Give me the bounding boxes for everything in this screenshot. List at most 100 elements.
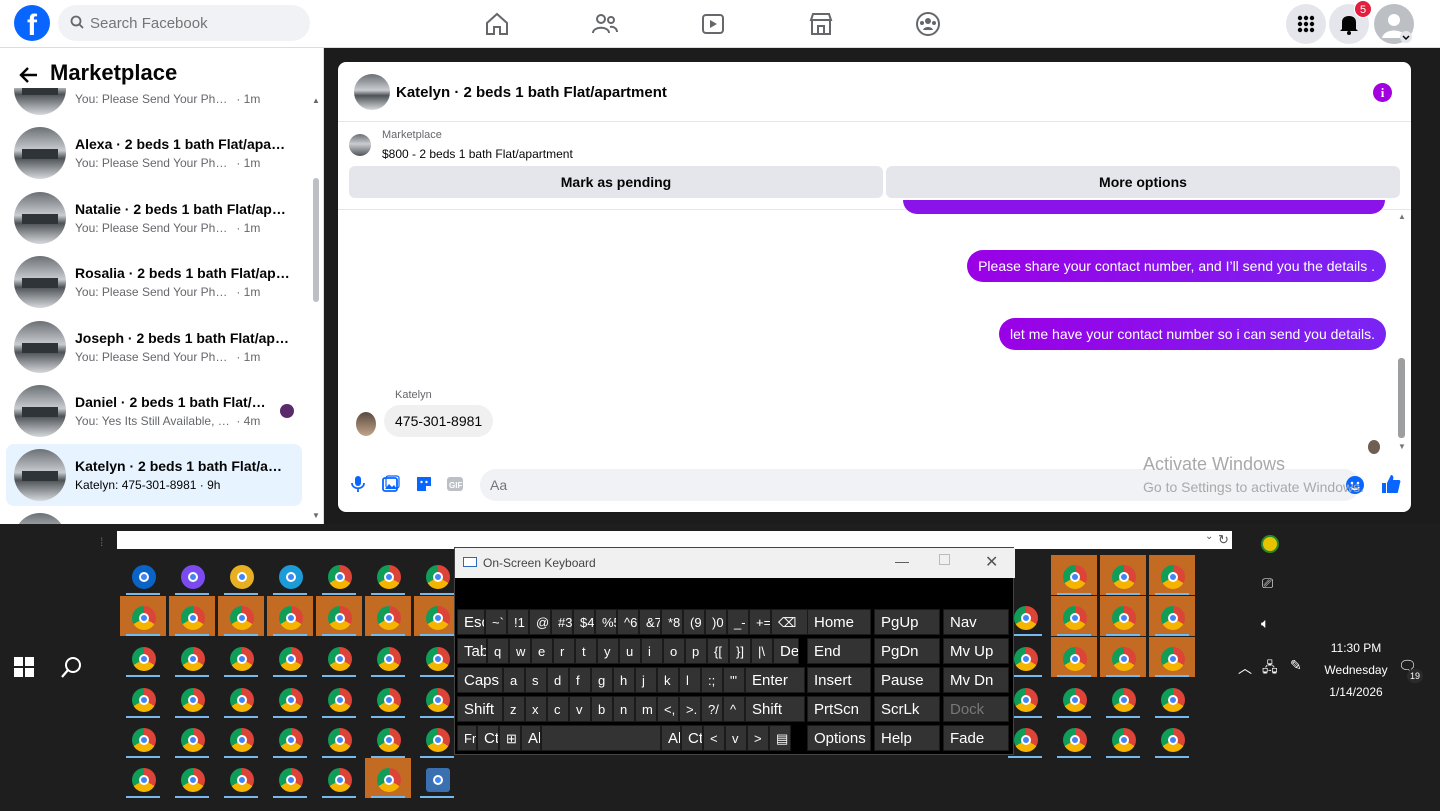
received-message[interactable]: 475-301-8981 xyxy=(384,405,494,437)
taskbar-app-tile[interactable] xyxy=(1149,718,1195,758)
taskbar-app-tile[interactable] xyxy=(218,596,264,636)
osk-key[interactable]: += xyxy=(749,609,771,635)
friends-icon[interactable] xyxy=(588,8,622,40)
osk-key[interactable]: Ctrl xyxy=(681,725,703,751)
facebook-logo[interactable]: f xyxy=(14,5,50,41)
listing-thumbnail[interactable] xyxy=(354,74,390,110)
osk-key[interactable]: d xyxy=(547,667,569,693)
osk-key[interactable]: Fn xyxy=(457,725,477,751)
taskbar-app-tile[interactable] xyxy=(218,678,264,718)
taskbar-app-tile[interactable] xyxy=(1100,555,1146,595)
osk-key[interactable]: s xyxy=(525,667,547,693)
conversation-item-joseph[interactable]: Joseph · 2 beds 1 bath Flat/apart... You… xyxy=(6,316,302,378)
osk-key[interactable]: Nav xyxy=(943,609,1009,635)
taskbar-app-tile[interactable] xyxy=(267,637,313,677)
osk-key[interactable]: Alt xyxy=(521,725,541,751)
osk-key[interactable]: Tab xyxy=(457,638,487,664)
conversation-item[interactable]: You: Please Send Your Phone Num... · 1m xyxy=(6,88,302,120)
scroll-down-arrow[interactable]: ▼ xyxy=(1398,442,1406,451)
avatar[interactable] xyxy=(356,412,376,436)
osk-key[interactable]: %5 xyxy=(595,609,617,635)
taskbar-app-tile[interactable] xyxy=(169,718,215,758)
pen-icon[interactable]: ✎ xyxy=(1290,657,1302,674)
more-options-button[interactable]: More options xyxy=(886,166,1400,198)
osk-key[interactable]: (9 xyxy=(683,609,705,635)
marketplace-icon[interactable] xyxy=(804,8,838,40)
taskbar-app-tile[interactable] xyxy=(169,596,215,636)
osk-key[interactable]: > xyxy=(747,725,769,751)
osk-key[interactable]: b xyxy=(591,696,613,722)
taskbar-search-icon[interactable] xyxy=(60,655,84,679)
osk-key[interactable]: &7 xyxy=(639,609,661,635)
osk-key[interactable]: ^6 xyxy=(617,609,639,635)
close-icon[interactable]: ✕ xyxy=(985,552,998,572)
osk-key[interactable]: Enter xyxy=(745,667,805,693)
taskbar-clock[interactable]: 11:30 PM Wednesday 1/14/2026 xyxy=(1320,637,1392,703)
osk-key[interactable]: Pause xyxy=(874,667,940,693)
osk-key[interactable]: t xyxy=(575,638,597,664)
osk-key[interactable]: |\ xyxy=(751,638,773,664)
taskbar-app-tile[interactable] xyxy=(365,596,411,636)
osk-key[interactable]: $4 xyxy=(573,609,595,635)
osk-key[interactable]: )0 xyxy=(705,609,727,635)
network-icon[interactable]: 🖧︎ xyxy=(1262,657,1278,681)
sent-message[interactable]: Please share your contact number, and I’… xyxy=(967,250,1386,282)
osk-key[interactable]: PgDn xyxy=(874,638,940,664)
taskbar-app-tile[interactable] xyxy=(1051,637,1097,677)
mark-as-pending-button[interactable]: Mark as pending xyxy=(349,166,883,198)
taskbar-app-tile[interactable] xyxy=(169,758,215,798)
chevron-down-icon[interactable]: ⌄ xyxy=(1205,531,1213,542)
taskbar-app-tile[interactable] xyxy=(316,758,362,798)
gif-icon[interactable]: GIF xyxy=(446,475,464,493)
taskbar-app-tile[interactable] xyxy=(267,678,313,718)
osk-key[interactable]: Dock xyxy=(943,696,1009,722)
osk-key[interactable]: z xyxy=(503,696,525,722)
osk-key[interactable]: f xyxy=(569,667,591,693)
osk-key[interactable]: o xyxy=(663,638,685,664)
osk-key[interactable]: @2 xyxy=(529,609,551,635)
taskbar-app-tile[interactable] xyxy=(365,758,411,798)
taskbar-app-tile[interactable] xyxy=(120,758,166,798)
menu-grid-icon[interactable] xyxy=(1286,4,1326,44)
osk-key[interactable]: "' xyxy=(723,667,745,693)
osk-key[interactable]: < xyxy=(703,725,725,751)
osk-key[interactable]: Esc xyxy=(457,609,485,635)
osk-key[interactable]: v xyxy=(569,696,591,722)
groups-icon[interactable] xyxy=(911,8,945,40)
osk-key[interactable]: End xyxy=(807,638,871,664)
taskbar-app-tile[interactable] xyxy=(267,718,313,758)
taskbar-app-tile[interactable] xyxy=(1149,678,1195,718)
taskbar-app-tile[interactable] xyxy=(316,637,362,677)
taskbar-app-tile[interactable] xyxy=(1100,678,1146,718)
taskbar-app-tile[interactable] xyxy=(267,758,313,798)
osk-key[interactable]: j xyxy=(635,667,657,693)
osk-key[interactable]: >. xyxy=(679,696,701,722)
scroll-down-arrow[interactable]: ▼ xyxy=(312,511,320,520)
osk-key[interactable]: Help xyxy=(874,725,940,751)
taskbar-app-tile[interactable] xyxy=(316,596,362,636)
taskbar-app-tile[interactable] xyxy=(120,718,166,758)
osk-key[interactable]: x xyxy=(525,696,547,722)
osk-key[interactable]: Fade xyxy=(943,725,1009,751)
osk-key[interactable]: n xyxy=(613,696,635,722)
osk-key[interactable]: r xyxy=(553,638,575,664)
taskbar-app-tile[interactable] xyxy=(169,678,215,718)
windows-start-icon[interactable] xyxy=(14,657,34,677)
minimize-icon[interactable]: — xyxy=(895,553,909,569)
scroll-up-arrow[interactable]: ▲ xyxy=(312,96,320,105)
osk-key[interactable]: PgUp xyxy=(874,609,940,635)
chat-scrollbar[interactable] xyxy=(1398,358,1405,438)
osk-key[interactable]: w xyxy=(509,638,531,664)
message-input[interactable] xyxy=(490,469,1090,501)
osk-key[interactable]: g xyxy=(591,667,613,693)
taskbar-app-tile[interactable] xyxy=(218,555,264,595)
taskbar-app-tile[interactable] xyxy=(1100,718,1146,758)
taskbar-app-tile[interactable] xyxy=(365,555,411,595)
osk-key[interactable]: Mv Up xyxy=(943,638,1009,664)
sidebar-scrollbar[interactable] xyxy=(313,178,319,302)
osk-key[interactable]: {[ xyxy=(707,638,729,664)
taskbar-app-tile[interactable] xyxy=(1149,637,1195,677)
osk-key[interactable]: c xyxy=(547,696,569,722)
home-icon[interactable] xyxy=(480,8,514,40)
osk-key[interactable]: :; xyxy=(701,667,723,693)
